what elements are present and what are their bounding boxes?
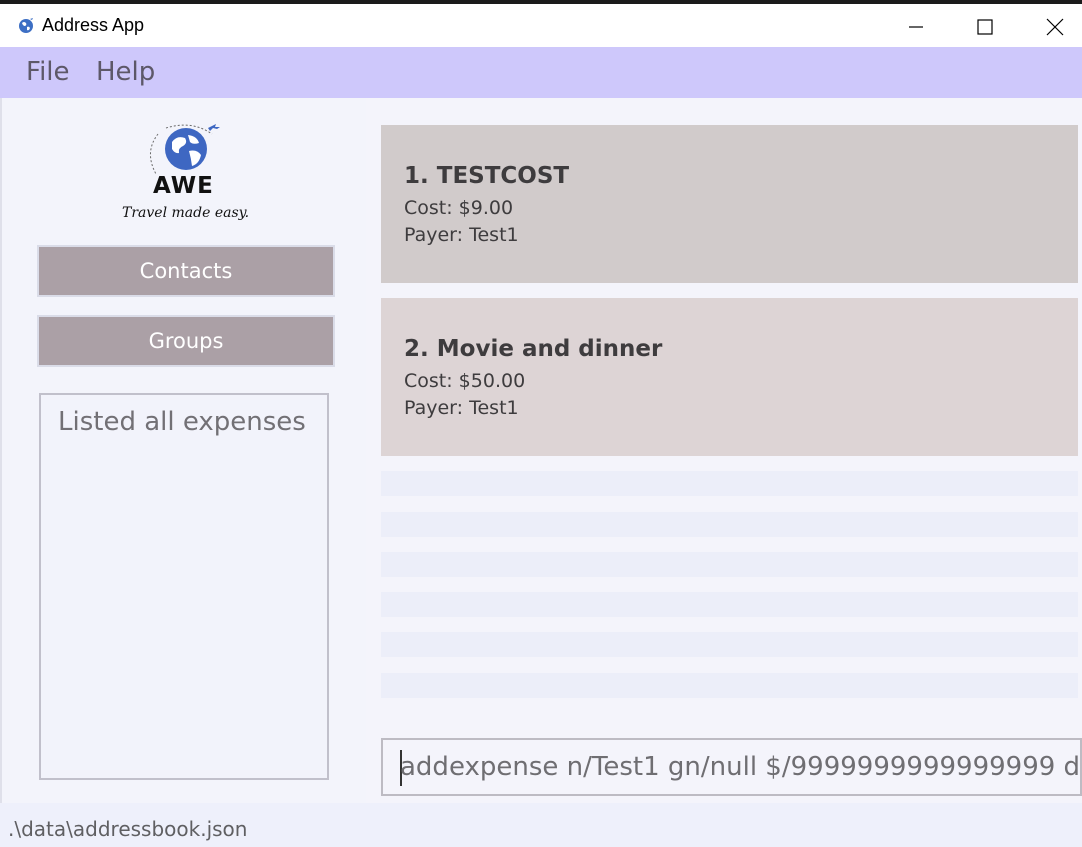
expense-payer: Payer: Test1 — [404, 224, 519, 246]
menu-file[interactable]: File — [26, 57, 70, 87]
empty-list-row — [381, 673, 1078, 698]
expense-card[interactable]: 2. Movie and dinner Cost: $50.00 Payer: … — [381, 298, 1078, 456]
expense-title: 1. TESTCOST — [404, 163, 570, 189]
expense-cost: Cost: $50.00 — [404, 370, 526, 392]
save-file-path: .\data\addressbook.json — [8, 817, 248, 841]
globe-app-icon — [17, 16, 35, 34]
logo-tagline: Travel made easy. — [122, 205, 250, 221]
close-button[interactable] — [1025, 8, 1082, 46]
menu-help[interactable]: Help — [96, 57, 155, 87]
contacts-button[interactable]: Contacts — [37, 245, 335, 297]
maximize-button[interactable] — [955, 8, 1015, 46]
expense-list-panel: 1. TESTCOST Cost: $9.00 Payer: Test1 2. … — [366, 98, 1082, 803]
command-input[interactable]: addexpense n/Test1 gn/null $/99999999999… — [381, 738, 1082, 796]
window-title: Address App — [42, 15, 145, 35]
command-input-value: addexpense n/Test1 gn/null $/99999999999… — [400, 752, 1082, 782]
empty-list-row — [381, 512, 1078, 537]
expense-title: 2. Movie and dinner — [404, 336, 663, 362]
minimize-icon — [909, 26, 923, 28]
empty-list-row — [381, 632, 1078, 657]
minimize-button[interactable] — [886, 8, 946, 46]
expense-payer: Payer: Test1 — [404, 397, 519, 419]
result-display: Listed all expenses — [39, 393, 329, 780]
maximize-icon — [977, 19, 993, 35]
sidebar: AWE Travel made easy. Contacts Groups Li… — [0, 98, 364, 803]
empty-list-row — [381, 471, 1078, 496]
status-bar: .\data\addressbook.json — [0, 803, 1082, 847]
empty-list-row — [381, 552, 1078, 577]
expense-cost: Cost: $9.00 — [404, 197, 514, 219]
close-icon — [1046, 18, 1064, 36]
empty-list-row — [381, 592, 1078, 617]
awe-logo: AWE Travel made easy. — [120, 116, 250, 228]
logo-wordmark: AWE — [153, 173, 214, 199]
result-message: Listed all expenses — [58, 407, 306, 437]
window-titlebar: Address App — [0, 4, 1082, 47]
menu-bar: File Help — [0, 47, 1082, 98]
groups-button[interactable]: Groups — [37, 315, 335, 367]
expense-card[interactable]: 1. TESTCOST Cost: $9.00 Payer: Test1 — [381, 125, 1078, 283]
